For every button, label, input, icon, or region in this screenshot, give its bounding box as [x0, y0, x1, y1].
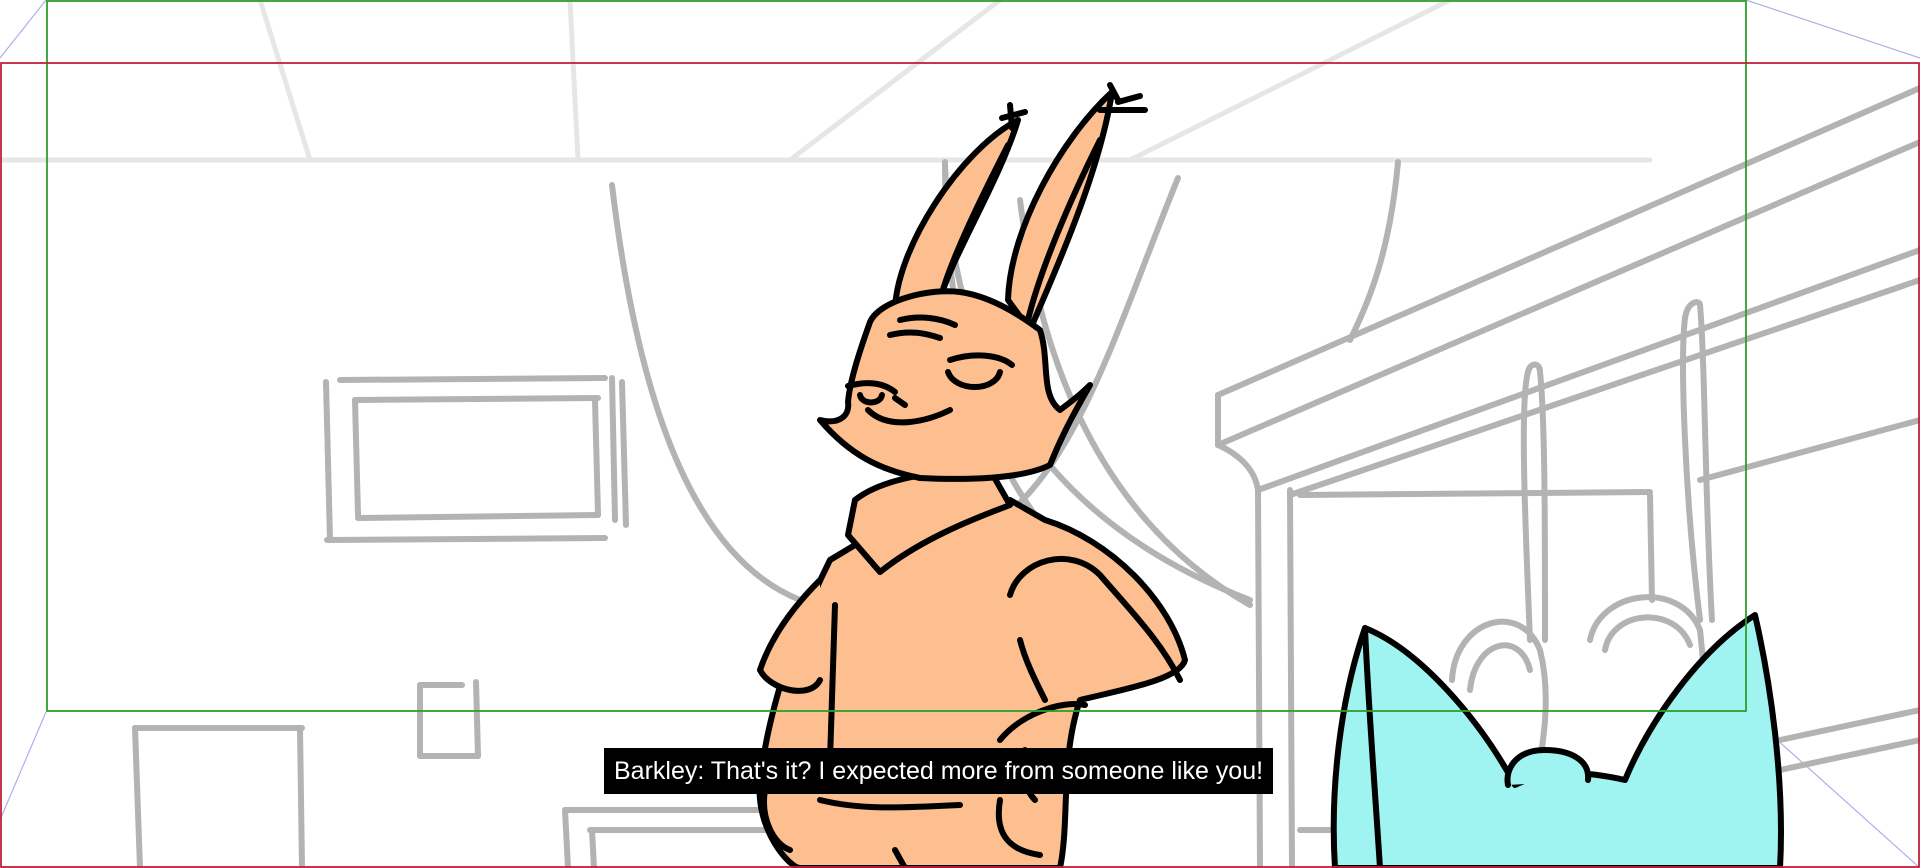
subtitle-caption: Barkley: That's it? I expected more from… — [604, 748, 1274, 794]
storyboard-drawing — [0, 0, 1920, 868]
cyan-character — [1330, 612, 1784, 868]
storyboard-panel: Barkley: That's it? I expected more from… — [0, 0, 1920, 868]
